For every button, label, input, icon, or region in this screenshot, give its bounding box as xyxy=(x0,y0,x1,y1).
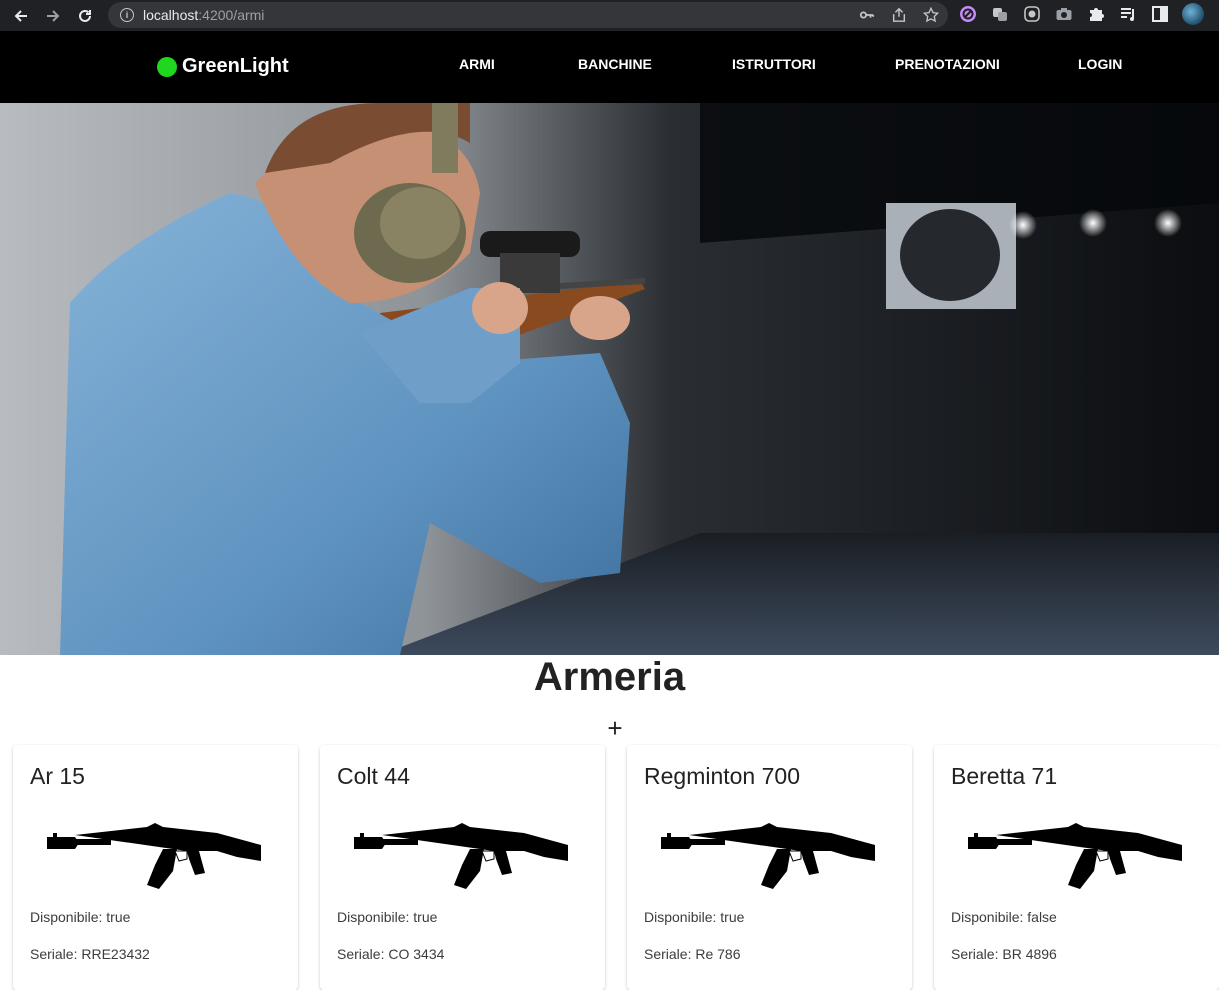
bookmark-star-icon[interactable] xyxy=(922,6,940,24)
card-availability: Disponibile: true xyxy=(337,909,438,925)
card-serial: Seriale: Re 786 xyxy=(644,946,741,962)
card-title: Ar 15 xyxy=(30,763,85,789)
nav-item-istruttori[interactable]: ISTRUTTORI xyxy=(732,56,816,72)
card-title: Beretta 71 xyxy=(951,763,1058,789)
add-button[interactable]: + xyxy=(604,713,626,743)
weapon-card[interactable]: Ar 15 Disponibile: true Seriale: RRE2343… xyxy=(13,745,298,990)
nav-item-login[interactable]: LOGIN xyxy=(1078,56,1122,72)
brand-name: GreenLight xyxy=(182,55,289,77)
forward-icon[interactable] xyxy=(42,5,64,27)
weapon-card[interactable]: Regminton 700 Disponibile: true Seriale:… xyxy=(627,745,912,990)
nav-item-prenotazioni[interactable]: PRENOTAZIONI xyxy=(895,56,1000,72)
card-availability: Disponibile: true xyxy=(30,909,131,925)
url-path: :4200/armi xyxy=(198,7,265,23)
site-info-icon[interactable]: i xyxy=(120,8,134,22)
card-availability: Disponibile: false xyxy=(951,909,1057,925)
share-icon[interactable] xyxy=(890,6,908,24)
card-serial: Seriale: BR 4896 xyxy=(951,946,1057,962)
address-bar[interactable]: i localhost:4200/armi xyxy=(108,2,948,28)
key-icon[interactable] xyxy=(858,6,876,24)
card-serial: Seriale: CO 3434 xyxy=(337,946,445,962)
app-navbar: GreenLight ARMI BANCHINE ISTRUTTORI PREN… xyxy=(0,31,1219,103)
rifle-icon xyxy=(661,822,876,889)
reading-list-icon[interactable] xyxy=(1118,5,1137,24)
nav-item-banchine[interactable]: BANCHINE xyxy=(578,56,652,72)
green-dot-icon xyxy=(157,56,177,77)
nav-item-armi[interactable]: ARMI xyxy=(459,56,495,72)
card-title: Colt 44 xyxy=(337,763,410,789)
side-panel-icon[interactable] xyxy=(1150,5,1169,24)
page-title: Armeria xyxy=(533,655,686,699)
extensions-puzzle-icon[interactable] xyxy=(1086,5,1105,24)
rifle-icon xyxy=(354,822,569,889)
weapon-card[interactable]: Beretta 71 Disponibile: false Seriale: B… xyxy=(934,745,1219,990)
back-icon[interactable] xyxy=(10,5,32,27)
weapon-card[interactable]: Colt 44 Disponibile: true Seriale: CO 34… xyxy=(320,745,605,990)
hero-image xyxy=(0,103,1219,655)
url-host: localhost xyxy=(143,7,199,23)
card-availability: Disponibile: true xyxy=(644,909,745,925)
browser-toolbar: i localhost:4200/armi xyxy=(0,0,1219,31)
record-extension-icon[interactable] xyxy=(1022,5,1041,24)
block-extension-icon[interactable] xyxy=(958,5,977,24)
rifle-icon xyxy=(968,822,1183,889)
rifle-icon xyxy=(47,822,262,889)
brand-logo[interactable]: GreenLight xyxy=(157,55,289,78)
reload-icon[interactable] xyxy=(74,5,96,27)
profile-avatar-icon[interactable] xyxy=(1182,3,1204,25)
camera-extension-icon[interactable] xyxy=(1054,5,1073,24)
translate-extension-icon[interactable] xyxy=(990,5,1009,24)
card-serial: Seriale: RRE23432 xyxy=(30,946,150,962)
card-title: Regminton 700 xyxy=(644,763,800,789)
